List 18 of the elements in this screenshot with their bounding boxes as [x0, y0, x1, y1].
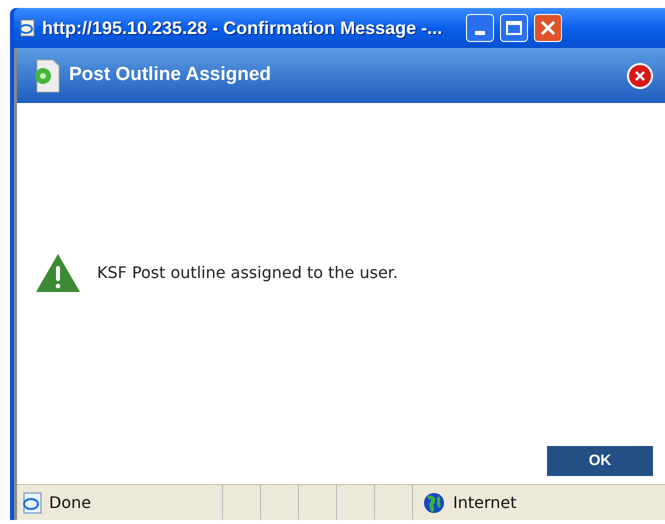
status-text: Done	[49, 492, 92, 514]
page-icon	[21, 492, 43, 514]
window-title: http://195.10.235.28 - Confirmation Message -...	[42, 16, 444, 40]
minimize-icon	[475, 31, 485, 35]
page-icon	[18, 19, 36, 37]
dialog-title: Post Outline Assigned	[69, 63, 272, 88]
maximize-icon	[506, 21, 522, 35]
close-icon	[635, 70, 645, 80]
globe-icon	[423, 492, 445, 514]
ok-button[interactable]: OK	[547, 446, 653, 476]
warning-icon	[35, 252, 81, 292]
maximize-button[interactable]	[500, 14, 528, 42]
zone-text: Internet	[453, 492, 517, 514]
minimize-button[interactable]	[466, 14, 494, 42]
close-icon	[540, 20, 556, 36]
close-button[interactable]	[534, 14, 562, 42]
close-button[interactable]	[627, 62, 653, 88]
message-text: KSF Post outline assigned to the user.	[97, 262, 398, 284]
